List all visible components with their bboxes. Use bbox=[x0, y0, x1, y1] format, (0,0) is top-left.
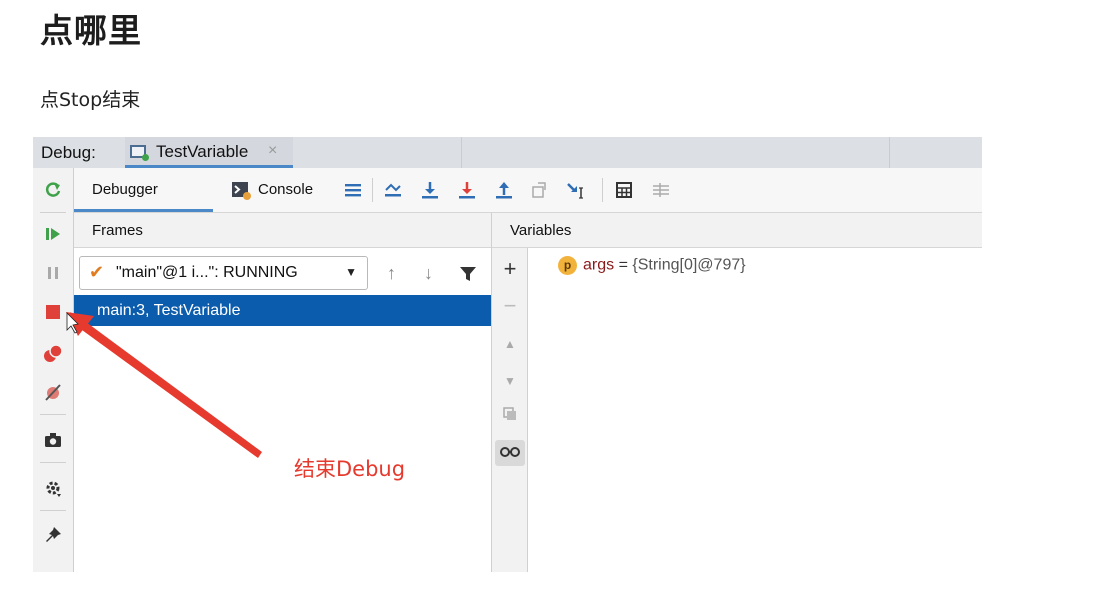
chevron-down-icon: ▼ bbox=[345, 265, 357, 279]
application-icon bbox=[130, 145, 149, 161]
settings-gear-icon[interactable] bbox=[41, 478, 65, 502]
duplicate-watch-icon[interactable] bbox=[497, 403, 523, 429]
close-icon[interactable]: × bbox=[268, 142, 277, 160]
console-icon bbox=[231, 180, 251, 200]
variable-equals: = bbox=[618, 256, 628, 274]
run-config-tab[interactable]: TestVariable × bbox=[125, 137, 293, 168]
checkmark-icon: ✔ bbox=[89, 262, 105, 282]
step-out-icon[interactable] bbox=[494, 180, 514, 200]
annotation-label: 结束Debug bbox=[294, 457, 406, 481]
variables-header: Variables bbox=[492, 213, 982, 248]
remove-watch-icon[interactable]: − bbox=[497, 293, 523, 319]
debug-label: Debug: bbox=[41, 143, 96, 162]
pin-icon[interactable] bbox=[41, 525, 65, 549]
variables-side-toolbar: + − ▲ ▼ bbox=[492, 248, 528, 572]
view-breakpoints-icon[interactable] bbox=[41, 343, 65, 367]
tab-console[interactable]: Console bbox=[258, 168, 313, 212]
debug-title-bar: Debug: TestVariable × bbox=[33, 137, 982, 168]
add-watch-icon[interactable]: + bbox=[497, 256, 523, 282]
stop-icon[interactable] bbox=[41, 302, 65, 326]
resume-program-icon[interactable] bbox=[41, 224, 65, 248]
mute-breakpoints-icon[interactable] bbox=[41, 382, 65, 406]
thread-selector-value: "main"@1 i...": RUNNING bbox=[116, 264, 298, 281]
tab-debugger[interactable]: Debugger bbox=[74, 168, 213, 212]
show-execution-point-icon[interactable] bbox=[383, 180, 403, 200]
doc-title: 点哪里 bbox=[40, 11, 142, 50]
debugger-toolbar: Debugger Console bbox=[74, 168, 982, 213]
debug-tool-window: Debug: TestVariable × Debugger Console F… bbox=[33, 137, 982, 572]
filter-icon[interactable] bbox=[459, 265, 477, 288]
frame-row-selected[interactable]: main:3, TestVariable bbox=[74, 295, 491, 326]
camera-icon[interactable] bbox=[41, 430, 65, 454]
force-step-into-icon[interactable] bbox=[457, 180, 477, 200]
run-to-cursor-icon[interactable] bbox=[566, 180, 586, 200]
frames-panel: Frames ✔ "main"@1 i...": RUNNING ▼ ↑ ↓ m… bbox=[74, 213, 492, 572]
variables-panel: Variables p args = {String[0]@797} bbox=[492, 213, 982, 572]
drop-frame-icon[interactable] bbox=[530, 180, 550, 200]
step-over-icon[interactable] bbox=[420, 180, 440, 200]
frames-header: Frames bbox=[74, 213, 491, 248]
move-down-icon[interactable]: ▼ bbox=[497, 368, 523, 394]
evaluate-expression-icon[interactable] bbox=[614, 180, 634, 200]
doc-text: 点Stop结束 bbox=[40, 89, 141, 111]
run-config-tab-label: TestVariable bbox=[156, 142, 249, 161]
layout-menu-icon[interactable] bbox=[343, 180, 363, 200]
variable-value: {String[0]@797} bbox=[632, 256, 746, 274]
thread-selector[interactable]: ✔ "main"@1 i...": RUNNING ▼ bbox=[79, 256, 368, 290]
show-watches-glasses-icon[interactable] bbox=[495, 440, 525, 466]
rerun-icon[interactable] bbox=[41, 180, 65, 204]
parameter-icon: p bbox=[558, 256, 577, 275]
pause-program-icon[interactable] bbox=[41, 263, 65, 287]
arrow-down-icon[interactable]: ↓ bbox=[424, 263, 433, 284]
trace-current-stream-icon[interactable] bbox=[651, 180, 671, 200]
variable-name: args bbox=[583, 256, 615, 274]
variable-row[interactable]: p args = {String[0]@797} bbox=[558, 256, 746, 275]
move-up-icon[interactable]: ▲ bbox=[497, 331, 523, 357]
debug-actions-toolbar bbox=[33, 168, 74, 572]
arrow-up-icon[interactable]: ↑ bbox=[387, 263, 396, 284]
